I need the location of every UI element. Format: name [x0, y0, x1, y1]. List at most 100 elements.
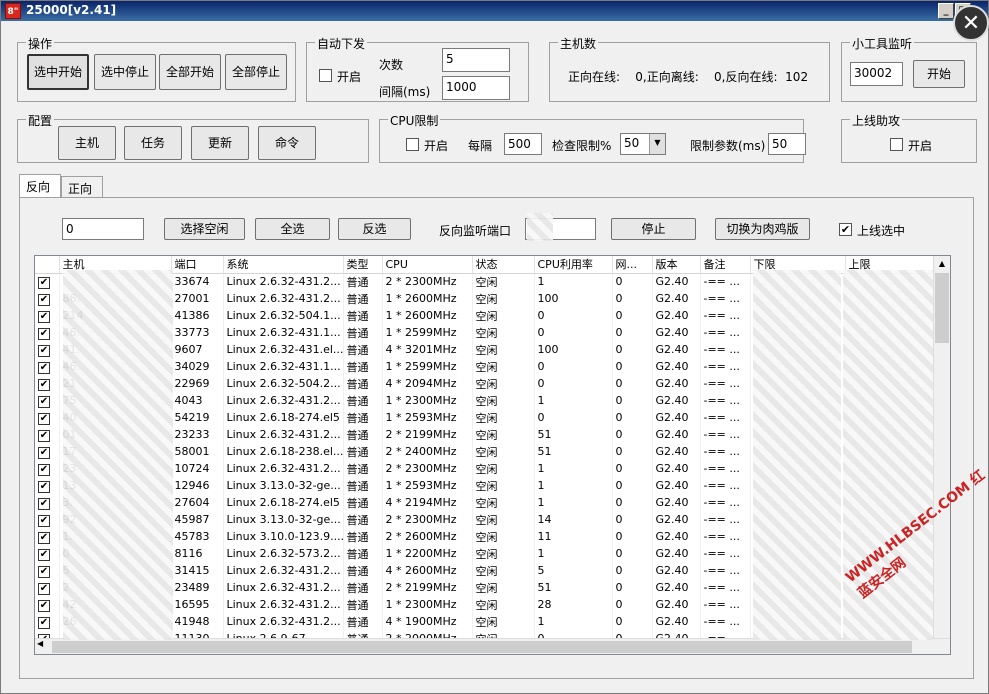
table-cell: -== ...	[700, 307, 751, 324]
row-checkbox[interactable]: ✔	[38, 480, 50, 493]
vertical-scrollbar[interactable]: ▲	[933, 256, 950, 639]
tool-start-button[interactable]: 开始	[913, 60, 965, 88]
column-header[interactable]: 版本	[652, 256, 701, 274]
cpu-check-select[interactable]: 50 ▼	[620, 133, 666, 155]
row-checkbox[interactable]: ✔	[38, 412, 50, 425]
count-input[interactable]: 5	[442, 48, 510, 72]
tab-forward[interactable]: 正向	[61, 176, 103, 198]
table-cell: 0	[612, 511, 653, 528]
cpu-param-input[interactable]: 50	[768, 133, 806, 155]
switch-mode-button[interactable]: 切换为肉鸡版	[715, 218, 810, 240]
column-header[interactable]: 备注	[700, 256, 751, 274]
table-cell: G2.40	[652, 460, 701, 477]
invert-selection-button[interactable]: 反选	[338, 218, 411, 240]
stop-selected-button[interactable]: 选中停止	[94, 54, 156, 90]
table-cell: G2.40	[652, 579, 701, 596]
filter-input[interactable]: 0	[62, 218, 144, 240]
config-update-button[interactable]: 更新	[191, 126, 249, 160]
online-assist-checkbox[interactable]	[890, 138, 903, 151]
table-cell: -== ...	[700, 443, 751, 460]
table-cell: Linux 2.6.32-431.2...	[223, 613, 344, 630]
column-header[interactable]: CPU	[382, 256, 473, 274]
row-checkbox[interactable]: ✔	[38, 310, 50, 323]
table-cell: 空闲	[472, 494, 535, 511]
row-checkbox[interactable]: ✔	[38, 293, 50, 306]
online-assist-enable-label: 开启	[908, 139, 933, 153]
table-cell: 1	[534, 494, 613, 511]
online-assist-group-title: 上线助攻	[850, 112, 903, 129]
row-checkbox[interactable]: ✔	[38, 497, 50, 510]
row-checkbox[interactable]: ✔	[38, 531, 50, 544]
table-cell: 空闲	[472, 443, 535, 460]
row-checkbox[interactable]: ✔	[38, 582, 50, 595]
table-cell: G2.40	[652, 613, 701, 630]
table-cell: G2.40	[652, 290, 701, 307]
online-select-checkbox[interactable]: ✔	[839, 223, 852, 236]
minimize-button[interactable]: _	[938, 3, 954, 19]
select-all-button[interactable]: 全选	[255, 218, 330, 240]
column-header[interactable]: 网...	[612, 256, 653, 274]
table-cell: 4 * 1900MHz	[382, 613, 473, 630]
table-cell: Linux 2.6.18-274.el5	[223, 409, 344, 426]
table-cell: 1	[534, 477, 613, 494]
column-header[interactable]: CPU利用率	[534, 256, 613, 274]
redacted-host-column	[63, 270, 173, 640]
column-header[interactable]: 系统	[223, 256, 344, 274]
auto-dispatch-group-title: 自动下发	[315, 35, 368, 52]
close-icon[interactable]: ✕	[953, 5, 989, 41]
start-selected-button[interactable]: 选中开始	[27, 54, 89, 90]
table-cell: -== ...	[700, 392, 751, 409]
row-checkbox[interactable]: ✔	[38, 616, 50, 629]
scroll-up-icon[interactable]: ▲	[934, 256, 950, 272]
horizontal-scrollbar[interactable]: ◀	[35, 638, 950, 654]
table-cell: 空闲	[472, 324, 535, 341]
row-checkbox[interactable]: ✔	[38, 463, 50, 476]
vertical-scroll-thumb[interactable]	[935, 273, 949, 343]
config-task-button[interactable]: 任务	[124, 126, 182, 160]
table-cell: G2.40	[652, 528, 701, 545]
table-cell: 空闲	[472, 613, 535, 630]
table-cell: 0	[612, 273, 653, 290]
column-header[interactable]: 类型	[343, 256, 383, 274]
stop-listen-button[interactable]: 停止	[611, 218, 696, 240]
interval-input[interactable]: 1000	[442, 76, 510, 100]
title-bar[interactable]: 8" 25000[v2.41] _ □	[1, 1, 988, 21]
scroll-left-icon[interactable]: ◀	[37, 639, 43, 648]
table-cell: 2 * 2300MHz	[382, 273, 473, 290]
table-cell: 1	[534, 545, 613, 562]
row-checkbox[interactable]: ✔	[38, 361, 50, 374]
row-checkbox[interactable]: ✔	[38, 565, 50, 578]
row-checkbox[interactable]: ✔	[38, 599, 50, 612]
table-cell: ✔	[35, 579, 60, 596]
cpu-limit-checkbox[interactable]	[406, 138, 419, 151]
table-cell: 51	[534, 579, 613, 596]
row-checkbox[interactable]: ✔	[38, 276, 50, 289]
table-cell: 1 * 2300MHz	[382, 392, 473, 409]
horizontal-scroll-thumb[interactable]	[52, 641, 912, 653]
select-idle-button[interactable]: 选择空闲	[164, 218, 245, 240]
row-checkbox[interactable]: ✔	[38, 327, 50, 340]
config-command-button[interactable]: 命令	[258, 126, 316, 160]
row-checkbox[interactable]: ✔	[38, 395, 50, 408]
stop-all-button[interactable]: 全部停止	[225, 54, 287, 90]
row-checkbox[interactable]: ✔	[38, 429, 50, 442]
config-host-button[interactable]: 主机	[58, 126, 116, 160]
table-cell: 22969	[171, 375, 224, 392]
cpu-every-input[interactable]: 500	[504, 133, 542, 155]
column-header[interactable]: 端口	[171, 256, 224, 274]
row-checkbox[interactable]: ✔	[38, 344, 50, 357]
column-header[interactable]: 状态	[472, 256, 535, 274]
tab-reverse[interactable]: 反向	[19, 174, 61, 198]
row-checkbox[interactable]: ✔	[38, 548, 50, 561]
chevron-down-icon[interactable]: ▼	[649, 134, 665, 154]
table-cell: 普通	[343, 307, 383, 324]
row-checkbox[interactable]: ✔	[38, 446, 50, 459]
column-header[interactable]	[35, 256, 60, 274]
tool-port-input[interactable]: 30002	[850, 62, 903, 86]
auto-dispatch-checkbox[interactable]	[319, 69, 332, 82]
start-all-button[interactable]: 全部开始	[159, 54, 221, 90]
host-list[interactable]: 主机 端口 系统 类型 CPU 状态 CPU利用率 网... 版本 备注 下限 上限 ✔ 33674 Li…	[34, 255, 951, 655]
table-cell: Linux 2.6.32-431.2...	[223, 596, 344, 613]
row-checkbox[interactable]: ✔	[38, 378, 50, 391]
row-checkbox[interactable]: ✔	[38, 514, 50, 527]
